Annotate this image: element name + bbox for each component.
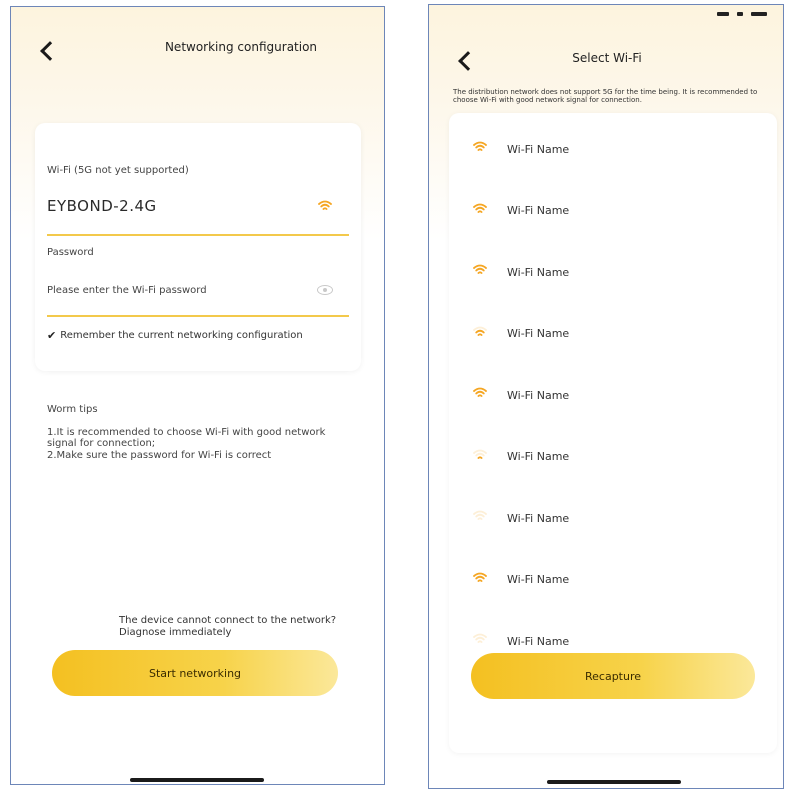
status-bar: [717, 9, 767, 19]
wifi-name: Wi-Fi Name: [507, 265, 570, 279]
select-wifi-screen: Select Wi-Fi The distribution network do…: [428, 4, 784, 789]
wifi-label: Wi-Fi (5G not yet supported): [47, 165, 189, 176]
wifi-name: Wi-Fi Name: [507, 511, 570, 525]
tips-title: Worm tips: [47, 404, 98, 415]
password-underline: [47, 315, 349, 317]
wifi-config-card: Wi-Fi (5G not yet supported) EYBOND-2.4G…: [35, 123, 361, 371]
diagnose-link[interactable]: The device cannot connect to the network…: [119, 615, 359, 639]
wifi-icon: [473, 326, 487, 338]
chevron-left-icon[interactable]: [40, 41, 60, 61]
wifi-icon: [473, 264, 487, 276]
networking-configuration-screen: Networking configuration Wi-Fi (5G not y…: [10, 6, 385, 785]
wifi-icon[interactable]: [318, 200, 332, 212]
page-title: Select Wi-Fi: [572, 51, 642, 65]
wifi-list-item[interactable]: Wi-Fi Name: [449, 498, 777, 538]
wifi-icon: [473, 572, 487, 584]
page-title: Networking configuration: [164, 40, 318, 54]
recapture-button[interactable]: Recapture: [471, 653, 755, 699]
chevron-left-icon[interactable]: [458, 51, 478, 71]
wifi-icon: [473, 141, 487, 153]
checkmark-icon: ✔: [47, 329, 57, 342]
wifi-name: Wi-Fi Name: [507, 327, 570, 340]
signal-icon: [717, 12, 729, 16]
wifi-list-item[interactable]: Wi-Fi Name: [449, 314, 777, 354]
wifi-list-item[interactable]: Wi-Fi Name: [449, 252, 777, 292]
tip-2: 2.Make sure the password for Wi-Fi is co…: [47, 450, 272, 461]
wifi-name: Wi-Fi Name: [507, 388, 570, 402]
wifi-list-item[interactable]: Wi-Fi Name: [449, 437, 777, 477]
wifi-list-item[interactable]: Wi-Fi Name: [449, 375, 777, 415]
wifi-icon: [473, 633, 487, 645]
remember-label: Remember the current networking configur…: [60, 330, 303, 341]
wifi-name: Wi-Fi Name: [507, 450, 570, 463]
wifi-icon: [473, 449, 487, 461]
password-input[interactable]: Please enter the Wi-Fi password: [47, 285, 207, 296]
password-label: Password: [47, 247, 94, 258]
remember-checkbox[interactable]: ✔ Remember the current networking config…: [47, 329, 303, 342]
wifi-ssid-field[interactable]: EYBOND-2.4G: [47, 197, 157, 215]
wifi-name: Wi-Fi Name: [507, 142, 570, 156]
wifi-name: Wi-Fi Name: [507, 204, 570, 217]
wifi-icon: [473, 387, 487, 399]
battery-icon: [751, 12, 767, 16]
eye-icon[interactable]: [317, 285, 333, 295]
wifi-status-icon: [737, 12, 743, 16]
wifi-list-item[interactable]: Wi-Fi Name: [449, 191, 777, 231]
tip-1: 1.It is recommended to choose Wi-Fi with…: [47, 427, 326, 449]
start-networking-button[interactable]: Start networking: [52, 650, 338, 696]
wifi-icon: [473, 510, 487, 522]
wifi-name: Wi-Fi Name: [507, 573, 570, 586]
home-indicator: [130, 778, 264, 782]
wifi-list-item[interactable]: Wi-Fi Name: [449, 129, 777, 169]
wifi-icon: [473, 203, 487, 215]
wifi-name: Wi-Fi Name: [507, 634, 570, 648]
5g-notice: The distribution network does not suppor…: [453, 88, 758, 104]
wifi-underline: [47, 234, 349, 236]
wifi-list-item[interactable]: Wi-Fi Name: [449, 560, 777, 600]
home-indicator: [547, 780, 681, 784]
